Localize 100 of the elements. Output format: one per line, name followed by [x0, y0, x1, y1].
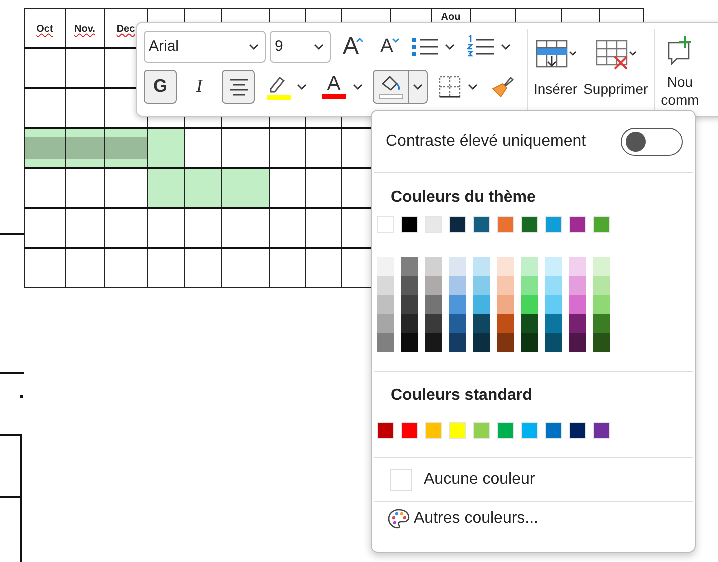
- color-swatch[interactable]: [521, 276, 538, 295]
- delete-button[interactable]: Supprimer: [580, 29, 652, 112]
- grow-font-button[interactable]: A: [335, 30, 367, 64]
- color-swatch[interactable]: [545, 295, 562, 314]
- color-swatch[interactable]: [593, 295, 610, 314]
- numbered-list-icon: [467, 34, 495, 58]
- color-swatch[interactable]: [497, 257, 514, 276]
- color-swatch[interactable]: [425, 257, 442, 276]
- color-swatch[interactable]: [521, 422, 538, 439]
- color-swatch[interactable]: [497, 333, 514, 352]
- color-swatch[interactable]: [545, 216, 562, 233]
- toggle-switch[interactable]: [621, 128, 683, 156]
- empty-swatch-icon: [390, 468, 412, 490]
- shrink-font-button[interactable]: A: [371, 30, 403, 64]
- color-swatch[interactable]: [401, 422, 418, 439]
- color-swatch[interactable]: [425, 295, 442, 314]
- color-swatch[interactable]: [497, 314, 514, 333]
- color-swatch[interactable]: [401, 333, 418, 352]
- color-swatch[interactable]: [545, 314, 562, 333]
- caret-icon: [445, 44, 455, 50]
- color-swatch[interactable]: [593, 333, 610, 352]
- color-swatch[interactable]: [473, 257, 490, 276]
- font-size-field[interactable]: 9: [270, 30, 331, 62]
- color-swatch[interactable]: [473, 276, 490, 295]
- color-swatch[interactable]: [521, 257, 538, 276]
- color-swatch[interactable]: [401, 314, 418, 333]
- color-swatch[interactable]: [569, 314, 586, 333]
- color-swatch[interactable]: [377, 276, 394, 295]
- color-swatch[interactable]: [401, 295, 418, 314]
- caret-down-icon: [392, 38, 400, 42]
- new-comment-button[interactable]: Nou comm: [658, 29, 702, 112]
- caret-icon: [297, 84, 307, 90]
- column-header: Aou: [441, 12, 461, 23]
- color-swatch[interactable]: [473, 333, 490, 352]
- more-colors-item[interactable]: Autres couleurs...: [372, 502, 695, 536]
- color-swatch[interactable]: [473, 216, 490, 233]
- color-swatch[interactable]: [497, 276, 514, 295]
- color-swatch[interactable]: [377, 333, 394, 352]
- center-align-button[interactable]: [222, 70, 255, 104]
- color-swatch[interactable]: [593, 422, 610, 439]
- color-swatch[interactable]: [377, 257, 394, 276]
- color-swatch[interactable]: [569, 257, 586, 276]
- color-swatch[interactable]: [377, 295, 394, 314]
- color-swatch[interactable]: [497, 422, 514, 439]
- color-swatch[interactable]: [569, 216, 586, 233]
- color-swatch[interactable]: [521, 216, 538, 233]
- color-swatch[interactable]: [545, 276, 562, 295]
- color-swatch[interactable]: [593, 276, 610, 295]
- color-swatch[interactable]: [425, 314, 442, 333]
- shading-button[interactable]: [373, 70, 428, 104]
- bold-button[interactable]: G: [144, 70, 177, 104]
- color-swatch[interactable]: [449, 295, 466, 314]
- align-center-icon: [228, 78, 248, 96]
- color-swatch[interactable]: [377, 422, 394, 439]
- font-field[interactable]: Arial: [144, 30, 266, 62]
- color-swatch[interactable]: [497, 295, 514, 314]
- color-swatch[interactable]: [449, 276, 466, 295]
- color-swatch[interactable]: [497, 216, 514, 233]
- color-swatch[interactable]: [593, 314, 610, 333]
- italic-button[interactable]: I: [183, 70, 216, 104]
- color-swatch[interactable]: [449, 216, 466, 233]
- column-header: Nov.: [74, 24, 96, 35]
- palette-icon: [388, 508, 410, 530]
- color-swatch[interactable]: [425, 276, 442, 295]
- color-swatch[interactable]: [473, 295, 490, 314]
- color-swatch[interactable]: [449, 422, 466, 439]
- color-swatch[interactable]: [569, 333, 586, 352]
- toggle-label: Contraste élevé uniquement: [386, 132, 586, 150]
- paintbrush-icon: [491, 74, 515, 98]
- color-swatch[interactable]: [593, 216, 610, 233]
- color-swatch[interactable]: [401, 216, 418, 233]
- color-swatch[interactable]: [593, 257, 610, 276]
- color-swatch[interactable]: [425, 333, 442, 352]
- color-swatch[interactable]: [569, 422, 586, 439]
- color-swatch[interactable]: [401, 257, 418, 276]
- caret-icon: [501, 44, 511, 50]
- color-swatch[interactable]: [521, 314, 538, 333]
- color-swatch[interactable]: [473, 314, 490, 333]
- color-swatch[interactable]: [473, 422, 490, 439]
- no-color-item[interactable]: Aucune couleur: [372, 458, 695, 501]
- color-swatch[interactable]: [521, 295, 538, 314]
- color-swatch[interactable]: [449, 257, 466, 276]
- color-swatch[interactable]: [545, 257, 562, 276]
- caret-icon: [413, 84, 423, 90]
- borders-icon: [438, 74, 462, 98]
- color-swatch[interactable]: [569, 295, 586, 314]
- color-swatch[interactable]: [449, 314, 466, 333]
- insert-button[interactable]: Insérer: [531, 29, 581, 112]
- color-swatch[interactable]: [425, 422, 442, 439]
- color-swatch[interactable]: [521, 333, 538, 352]
- font-color-button[interactable]: A: [317, 70, 367, 104]
- color-swatch[interactable]: [425, 216, 442, 233]
- color-swatch[interactable]: [377, 216, 394, 233]
- color-swatch[interactable]: [377, 314, 394, 333]
- color-swatch[interactable]: [449, 333, 466, 352]
- color-swatch[interactable]: [569, 276, 586, 295]
- caret-icon: [314, 44, 324, 50]
- color-swatch[interactable]: [401, 276, 418, 295]
- color-swatch[interactable]: [545, 333, 562, 352]
- color-swatch[interactable]: [545, 422, 562, 439]
